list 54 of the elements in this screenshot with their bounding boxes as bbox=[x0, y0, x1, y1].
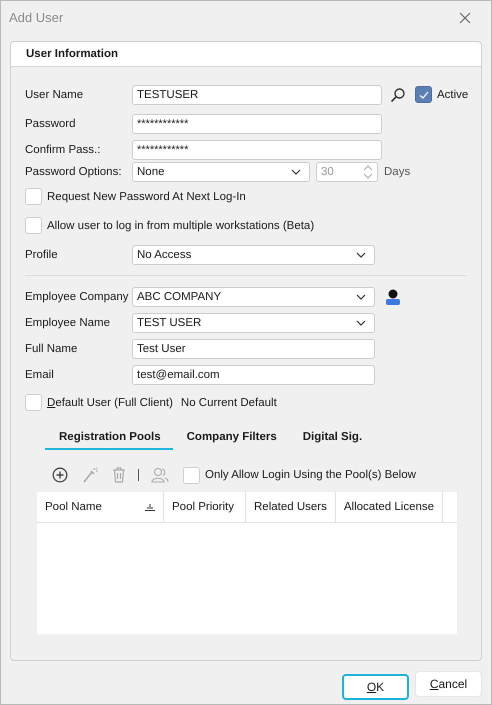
field-label: Employee Company bbox=[25, 290, 130, 302]
field-label: Confirm Pass.: bbox=[25, 144, 102, 156]
group-title: User Information bbox=[26, 48, 118, 60]
column-header[interactable]: Pool Priority bbox=[164, 492, 246, 522]
checkbox-label: Request New Password At Next Log-In bbox=[47, 190, 246, 202]
field-label: User Name bbox=[25, 88, 84, 100]
confirm-password-field[interactable]: ************ bbox=[132, 140, 382, 160]
person-icon[interactable] bbox=[385, 288, 401, 305]
field-label: Password Options: bbox=[25, 166, 123, 178]
user-name-field[interactable]: TESTUSER bbox=[132, 84, 382, 104]
checkbox-label: Default User (Full Client) bbox=[47, 396, 173, 408]
checkbox-label: Allow user to log in from multiple workstations (Beta) bbox=[47, 220, 314, 232]
trash-icon[interactable] bbox=[112, 467, 126, 483]
checkbox[interactable] bbox=[25, 394, 42, 411]
wand-icon[interactable] bbox=[82, 467, 98, 483]
input-field[interactable]: Test User bbox=[132, 338, 375, 358]
add-icon[interactable] bbox=[52, 467, 68, 483]
password-field[interactable]: ************ bbox=[132, 114, 382, 134]
spinner-arrows-icon bbox=[363, 164, 373, 178]
checkbox[interactable] bbox=[183, 466, 200, 484]
active-checkbox[interactable] bbox=[415, 86, 432, 103]
close-icon[interactable] bbox=[459, 12, 471, 24]
password-options-dropdown[interactable]: None bbox=[132, 162, 310, 182]
field-label: Full Name bbox=[25, 342, 78, 354]
field-label: Password bbox=[25, 118, 76, 130]
checkbox-label: Only Allow Login Using the Pool(s) Below bbox=[205, 469, 416, 481]
chevron-down-icon bbox=[356, 320, 366, 326]
tab[interactable]: Digital Sig. bbox=[288, 428, 374, 450]
input-field[interactable]: test@email.com bbox=[132, 364, 375, 384]
days-label: Days bbox=[384, 166, 410, 178]
tab[interactable]: Company Filters bbox=[172, 428, 289, 450]
checkbox[interactable] bbox=[25, 188, 42, 205]
tab[interactable]: Registration Pools bbox=[45, 428, 173, 450]
column-header[interactable]: Related Users bbox=[246, 492, 336, 522]
chevron-down-icon bbox=[356, 294, 366, 300]
search-icon[interactable] bbox=[390, 86, 406, 102]
chevron-down-icon bbox=[356, 252, 366, 258]
chevron-down-icon bbox=[291, 168, 301, 174]
dropdown[interactable]: TEST USER bbox=[132, 312, 375, 332]
sort-icon bbox=[145, 504, 155, 510]
field-label: Email bbox=[25, 368, 55, 380]
users-icon[interactable] bbox=[151, 467, 169, 483]
checkbox-label: Active bbox=[437, 88, 468, 100]
dialog-button[interactable]: OK bbox=[342, 674, 409, 700]
dropdown[interactable]: ABC COMPANY bbox=[132, 286, 375, 306]
default-status-text: No Current Default bbox=[180, 396, 277, 408]
field-label: Profile bbox=[25, 248, 59, 260]
checkbox[interactable] bbox=[25, 217, 42, 234]
column-header[interactable]: Allocated License bbox=[336, 492, 444, 522]
field-label: Employee Name bbox=[25, 316, 112, 328]
dialog-button[interactable]: Cancel bbox=[415, 670, 482, 696]
window-title: Add User bbox=[9, 10, 64, 25]
column-header[interactable]: Pool Name bbox=[37, 492, 164, 522]
profile-dropdown[interactable]: No Access bbox=[132, 244, 375, 264]
